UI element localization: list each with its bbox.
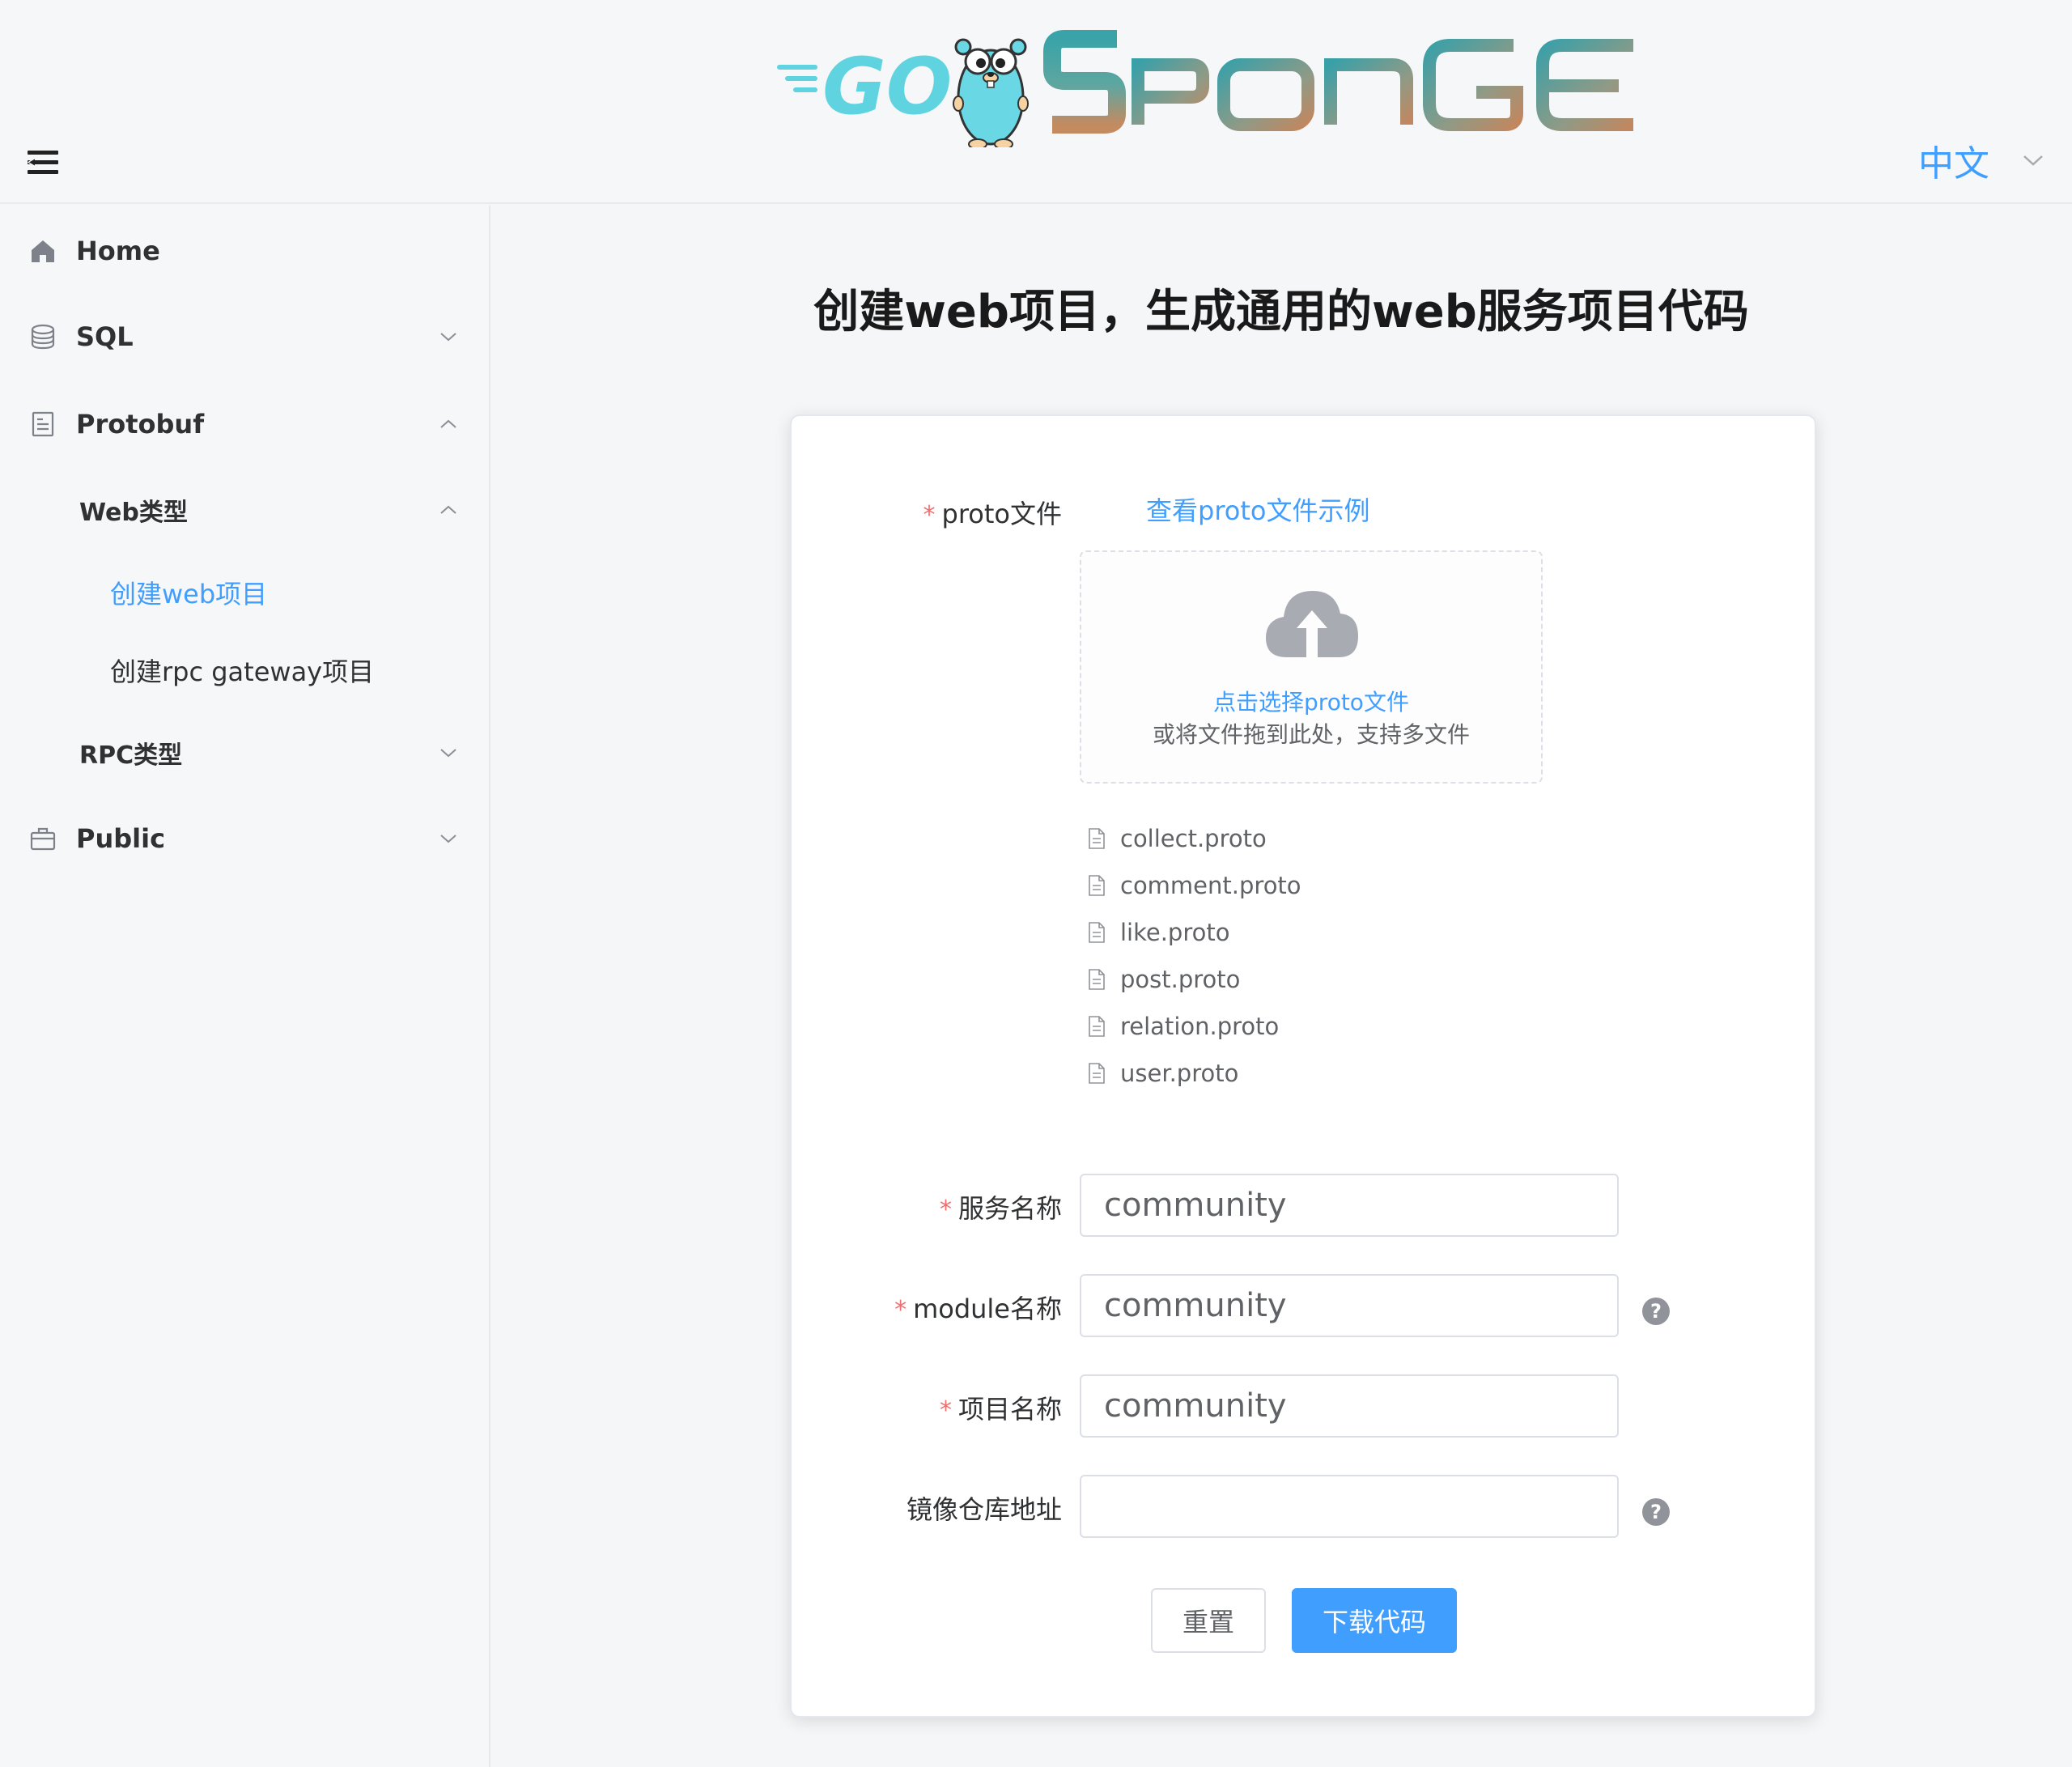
chevron-down-icon [440,835,456,843]
chevron-up-icon [440,419,456,428]
repo-address-label: 镜像仓库地址 [906,1494,1062,1525]
uploaded-file-item[interactable]: collect.proto [1088,822,1267,855]
menu-toggle-icon[interactable] [28,149,60,176]
page-title: 创建web项目，生成通用的web服务项目代码 [813,286,1749,338]
file-name: comment.proto [1120,872,1301,899]
sidebar: Home SQL Protobuf Web类型 创建web项目 创建rpc ga… [0,206,490,1767]
svg-text:?: ? [1650,1501,1662,1523]
file-icon [1089,969,1105,990]
project-name-label-row: * 项目名称 [792,1389,1062,1438]
chevron-down-icon [440,749,456,758]
create-web-form: * proto文件 查看proto文件示例 点击选择proto文件 或将文件拖到此… [790,414,1816,1718]
sidebar-item-create-rpc-gateway[interactable]: 创建rpc gateway项目 [0,630,489,711]
uploaded-file-item[interactable]: comment.proto [1088,869,1301,902]
reset-button[interactable]: 重置 [1151,1588,1266,1653]
sidebar-item-label: SQL [76,321,134,352]
top-header: GO 中文 [0,0,2072,204]
file-name: post.proto [1120,966,1241,993]
go-sponge-logo: GO [777,30,1633,147]
sidebar-item-label: 创建web项目 [110,579,268,610]
file-icon [1089,922,1105,943]
view-proto-example-link[interactable]: 查看proto文件示例 [1146,491,1369,528]
required-mark: * [939,1396,952,1425]
chevron-up-icon [440,505,456,514]
svg-text:?: ? [1650,1300,1662,1323]
module-name-input[interactable]: community [1080,1274,1619,1337]
document-icon [32,411,54,437]
file-icon [1089,1016,1105,1037]
sidebar-item-public[interactable]: Public [0,798,489,879]
required-mark: * [939,1196,952,1224]
proto-file-label: * proto文件 [923,499,1062,529]
file-icon [1089,1063,1105,1084]
upload-select-text: 点击选择proto文件 [1213,689,1409,716]
module-name-label: * module名称 [894,1293,1062,1324]
file-name: user.proto [1120,1060,1239,1087]
repo-address-label-row: 镜像仓库地址 [792,1489,1062,1538]
language-label: 中文 [1918,143,1989,185]
download-code-button[interactable]: 下载代码 [1292,1588,1457,1653]
module-name-label-row: * module名称 [792,1289,1062,1337]
proto-file-label-row: * proto文件 [792,494,1062,542]
sidebar-item-sql[interactable]: SQL [0,296,489,377]
file-name: relation.proto [1120,1013,1280,1040]
help-question-icon[interactable]: ? [1641,1497,1671,1527]
sidebar-item-protobuf[interactable]: Protobuf [0,384,489,465]
database-icon [31,324,55,350]
cloud-upload-icon [1266,591,1358,657]
svg-text:GO: GO [822,41,952,132]
uploaded-file-item[interactable]: post.proto [1088,963,1240,996]
file-name: like.proto [1120,919,1230,946]
required-mark: * [923,501,936,529]
upload-hint-text: 或将文件拖到此处，支持多文件 [1152,721,1470,748]
home-icon [32,240,54,262]
uploaded-file-item[interactable]: user.proto [1088,1057,1238,1090]
file-icon [1089,828,1105,849]
sidebar-item-label: Web类型 [79,499,188,527]
required-mark: * [894,1296,907,1324]
sidebar-item-home[interactable]: Home [0,210,489,291]
file-icon [1089,875,1105,896]
chevron-down-icon [2023,155,2043,166]
file-name: collect.proto [1120,825,1267,852]
service-name-label-row: * 服务名称 [792,1188,1062,1237]
uploaded-file-item[interactable]: relation.proto [1088,1010,1279,1043]
repo-address-input[interactable] [1080,1475,1619,1538]
help-question-icon[interactable]: ? [1641,1297,1671,1326]
sidebar-item-label: Protobuf [76,409,205,440]
service-name-label: * 服务名称 [939,1193,1062,1224]
sidebar-item-label: RPC类型 [79,741,183,770]
sidebar-submenu-rpc[interactable]: RPC类型 [0,712,489,793]
project-name-input[interactable]: community [1080,1374,1619,1438]
sidebar-submenu-web[interactable]: Web类型 [0,469,489,550]
chevron-down-icon [440,333,456,342]
language-selector[interactable]: 中文 [1918,136,2044,185]
service-name-input[interactable]: community [1080,1174,1619,1237]
proto-upload-dropzone[interactable]: 点击选择proto文件 或将文件拖到此处，支持多文件 [1080,550,1543,784]
briefcase-icon [30,827,56,851]
sidebar-item-label: 创建rpc gateway项目 [110,656,375,687]
uploaded-file-item[interactable]: like.proto [1088,916,1229,949]
sidebar-item-label: Home [76,236,160,266]
project-name-label: * 项目名称 [939,1394,1062,1425]
sidebar-item-create-web[interactable]: 创建web项目 [0,552,489,633]
sidebar-item-label: Public [76,823,166,854]
